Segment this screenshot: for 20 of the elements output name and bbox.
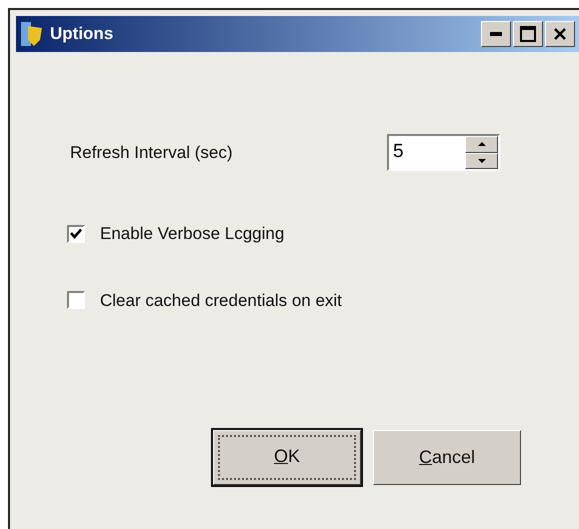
window-title: Uptions bbox=[50, 23, 114, 46]
close-button[interactable] bbox=[545, 21, 575, 47]
spin-up-button[interactable] bbox=[465, 136, 498, 152]
close-icon bbox=[553, 27, 567, 41]
refresh-interval-label: Refresh Interval (sec) bbox=[70, 142, 234, 164]
minimize-icon bbox=[490, 32, 502, 36]
dialog-button[interactable]: Cancel bbox=[373, 430, 521, 485]
checkbox-label: Enable Verbose Lcgging bbox=[100, 223, 284, 245]
checkbox-label: Clear cached credentials on exit bbox=[100, 290, 342, 312]
minimize-button[interactable] bbox=[481, 21, 511, 47]
maximize-icon bbox=[520, 26, 536, 42]
up-arrow-icon bbox=[478, 142, 486, 146]
maximize-button[interactable] bbox=[513, 21, 543, 47]
spin-down-button[interactable] bbox=[465, 152, 498, 169]
checkbox[interactable] bbox=[67, 291, 85, 310]
spinner-field[interactable]: 5 bbox=[387, 134, 500, 171]
app-shield-icon bbox=[20, 20, 44, 48]
dialog-button[interactable]: OK bbox=[213, 430, 361, 485]
checkbox[interactable] bbox=[67, 224, 85, 243]
down-arrow-icon bbox=[478, 158, 486, 163]
